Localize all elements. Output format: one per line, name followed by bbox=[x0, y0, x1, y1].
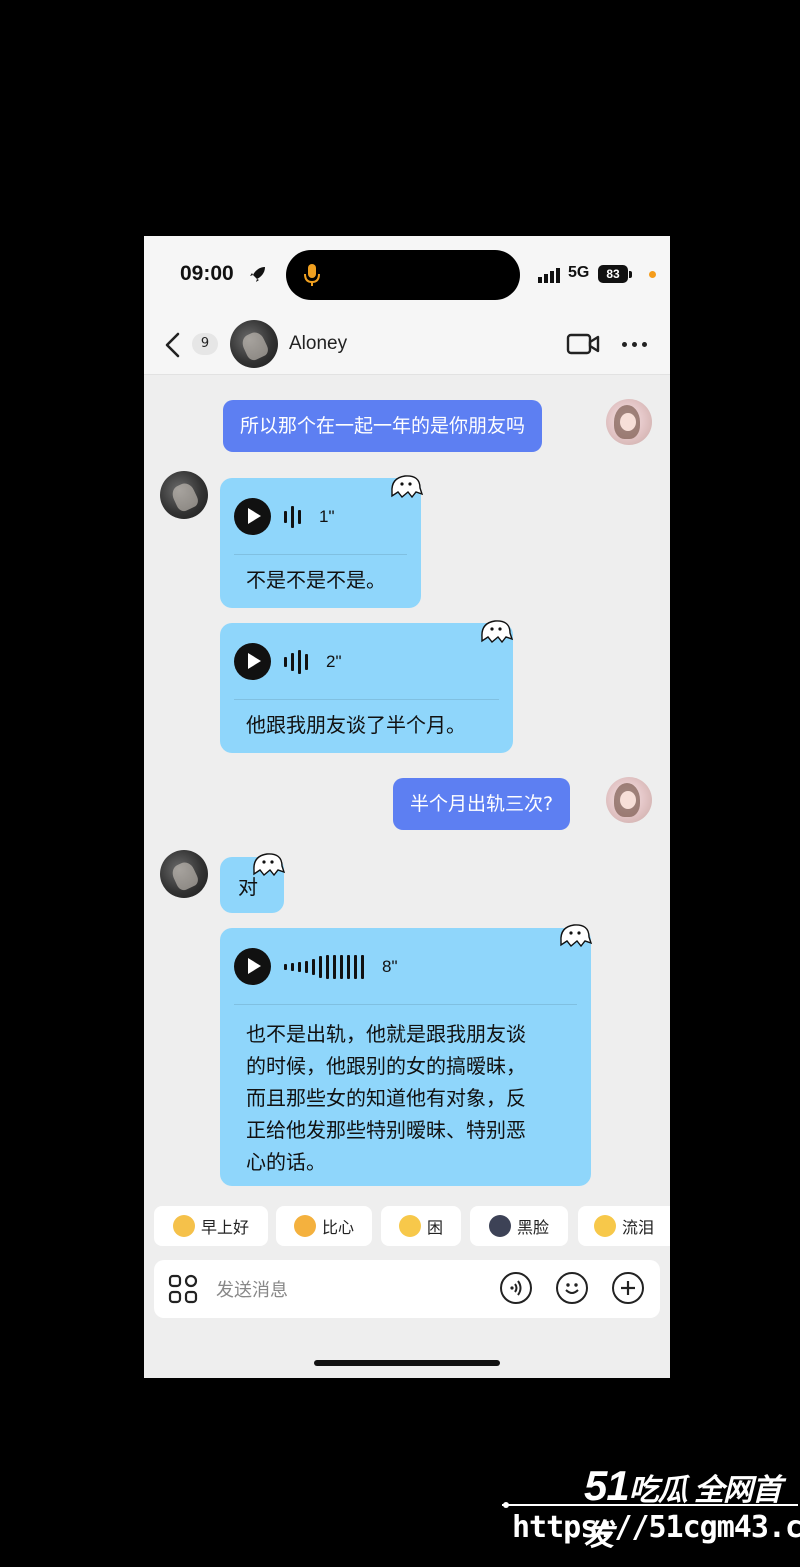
voice-duration: 2" bbox=[326, 651, 342, 671]
quick-reply-heart[interactable]: 比心 bbox=[276, 1206, 372, 1246]
contact-avatar[interactable] bbox=[160, 471, 208, 519]
quick-reply-label: 比心 bbox=[321, 1218, 354, 1237]
ghost-sticker-icon bbox=[391, 475, 424, 499]
contact-avatar[interactable] bbox=[160, 850, 208, 898]
quick-reply-good-morning[interactable]: 早上好 bbox=[154, 1206, 268, 1246]
status-time: 09:00 bbox=[180, 262, 234, 285]
transcript-line: 心的话。 bbox=[246, 1150, 326, 1174]
crying-emoji-icon bbox=[593, 1215, 616, 1237]
ghost-sticker-icon bbox=[253, 853, 286, 877]
divider bbox=[234, 554, 407, 555]
home-indicator bbox=[314, 1360, 500, 1366]
voice-message-bubble[interactable]: 2" 他跟我朋友谈了半个月。 bbox=[220, 623, 513, 753]
quick-reply-crying[interactable]: 流泪 bbox=[578, 1206, 670, 1246]
my-avatar[interactable] bbox=[606, 777, 652, 823]
voice-duration: 8" bbox=[382, 956, 398, 976]
sleepy-emoji-icon bbox=[398, 1215, 421, 1237]
quick-reply-sleepy[interactable]: 困 bbox=[381, 1206, 461, 1246]
message-input-bar bbox=[154, 1260, 660, 1318]
voice-duration: 1" bbox=[319, 506, 335, 526]
back-arrow-icon[interactable] bbox=[164, 332, 182, 358]
battery-icon: 83 bbox=[598, 265, 628, 283]
message-input[interactable] bbox=[214, 1274, 478, 1306]
my-message-bubble[interactable]: 半个月出轨三次? bbox=[393, 778, 571, 830]
privacy-dot bbox=[649, 271, 656, 278]
waveform-icon bbox=[284, 649, 308, 674]
divider bbox=[234, 1004, 577, 1005]
ghost-sticker-icon bbox=[560, 924, 593, 948]
rocket-icon bbox=[250, 267, 265, 282]
quick-reply-label: 早上好 bbox=[200, 1218, 249, 1237]
microphone-icon bbox=[304, 264, 320, 286]
quick-reply-label: 困 bbox=[426, 1218, 443, 1237]
signal-icon bbox=[538, 268, 560, 283]
watermark-divider-lines bbox=[502, 1502, 798, 1508]
transcript-line: 也不是出轨，他就是跟我朋友谈 bbox=[246, 1022, 526, 1046]
voice-transcript: 不是不是不是。 bbox=[246, 568, 386, 592]
play-icon[interactable] bbox=[234, 948, 271, 985]
transcript-line: 正给他发那些特别暧昧、特别恶 bbox=[246, 1118, 526, 1142]
my-avatar[interactable] bbox=[606, 399, 652, 445]
emoji-icon[interactable] bbox=[556, 1272, 588, 1304]
transcript-line: 的时候，他跟别的女的搞暧昧， bbox=[246, 1054, 526, 1078]
quick-reply-label: 流泪 bbox=[621, 1218, 654, 1237]
sun-emoji-icon bbox=[172, 1215, 195, 1237]
battery-cap bbox=[629, 271, 632, 278]
quick-reply-label: 黑脸 bbox=[516, 1218, 549, 1237]
waveform-icon bbox=[284, 505, 301, 528]
apps-grid-icon[interactable] bbox=[168, 1274, 198, 1304]
voice-message-bubble[interactable]: 8" 也不是出轨，他就是跟我朋友谈 的时候，他跟别的女的搞暧昧， 而且那些女的知… bbox=[220, 928, 591, 1186]
voice-player[interactable]: 8" bbox=[234, 948, 398, 985]
voice-transcript: 也不是出轨，他就是跟我朋友谈 的时候，他跟别的女的搞暧昧， 而且那些女的知道他有… bbox=[246, 1018, 526, 1178]
voice-player[interactable]: 1" bbox=[234, 498, 335, 535]
quick-reply-dark-face[interactable]: 黑脸 bbox=[470, 1206, 568, 1246]
voice-player[interactable]: 2" bbox=[234, 643, 342, 680]
transcript-line: 而且那些女的知道他有对象，反 bbox=[246, 1086, 526, 1110]
my-message-bubble[interactable]: 所以那个在一起一年的是你朋友吗 bbox=[223, 400, 543, 452]
watermark-url: https://51cgm43.com bbox=[512, 1510, 800, 1545]
voice-transcript: 他跟我朋友谈了半个月。 bbox=[246, 713, 466, 737]
plus-icon[interactable] bbox=[612, 1272, 644, 1304]
chat-header: 9 Aloney bbox=[144, 316, 670, 375]
waveform-icon bbox=[284, 954, 364, 979]
divider bbox=[234, 699, 499, 700]
more-options-icon[interactable] bbox=[622, 342, 647, 347]
play-icon[interactable] bbox=[234, 498, 271, 535]
heart-hands-emoji-icon bbox=[293, 1215, 316, 1237]
unread-badge: 9 bbox=[192, 333, 218, 355]
network-type: 5G bbox=[568, 264, 590, 281]
ghost-sticker-icon bbox=[481, 620, 514, 644]
message-text: 半个月出轨三次? bbox=[410, 793, 554, 815]
phone-screen: 09:00 5G 83 9 Aloney 所以那个在一起一年的是你朋友吗 1" … bbox=[144, 236, 670, 1378]
message-text: 所以那个在一起一年的是你朋友吗 bbox=[240, 415, 526, 437]
play-icon[interactable] bbox=[234, 643, 271, 680]
voice-input-icon[interactable] bbox=[500, 1272, 532, 1304]
dark-face-emoji-icon bbox=[488, 1215, 511, 1237]
video-call-icon[interactable] bbox=[566, 332, 600, 356]
contact-name[interactable]: Aloney bbox=[289, 333, 347, 355]
status-bar: 09:00 5G 83 bbox=[144, 236, 670, 316]
contact-avatar[interactable] bbox=[230, 320, 278, 368]
dynamic-island bbox=[286, 250, 520, 300]
